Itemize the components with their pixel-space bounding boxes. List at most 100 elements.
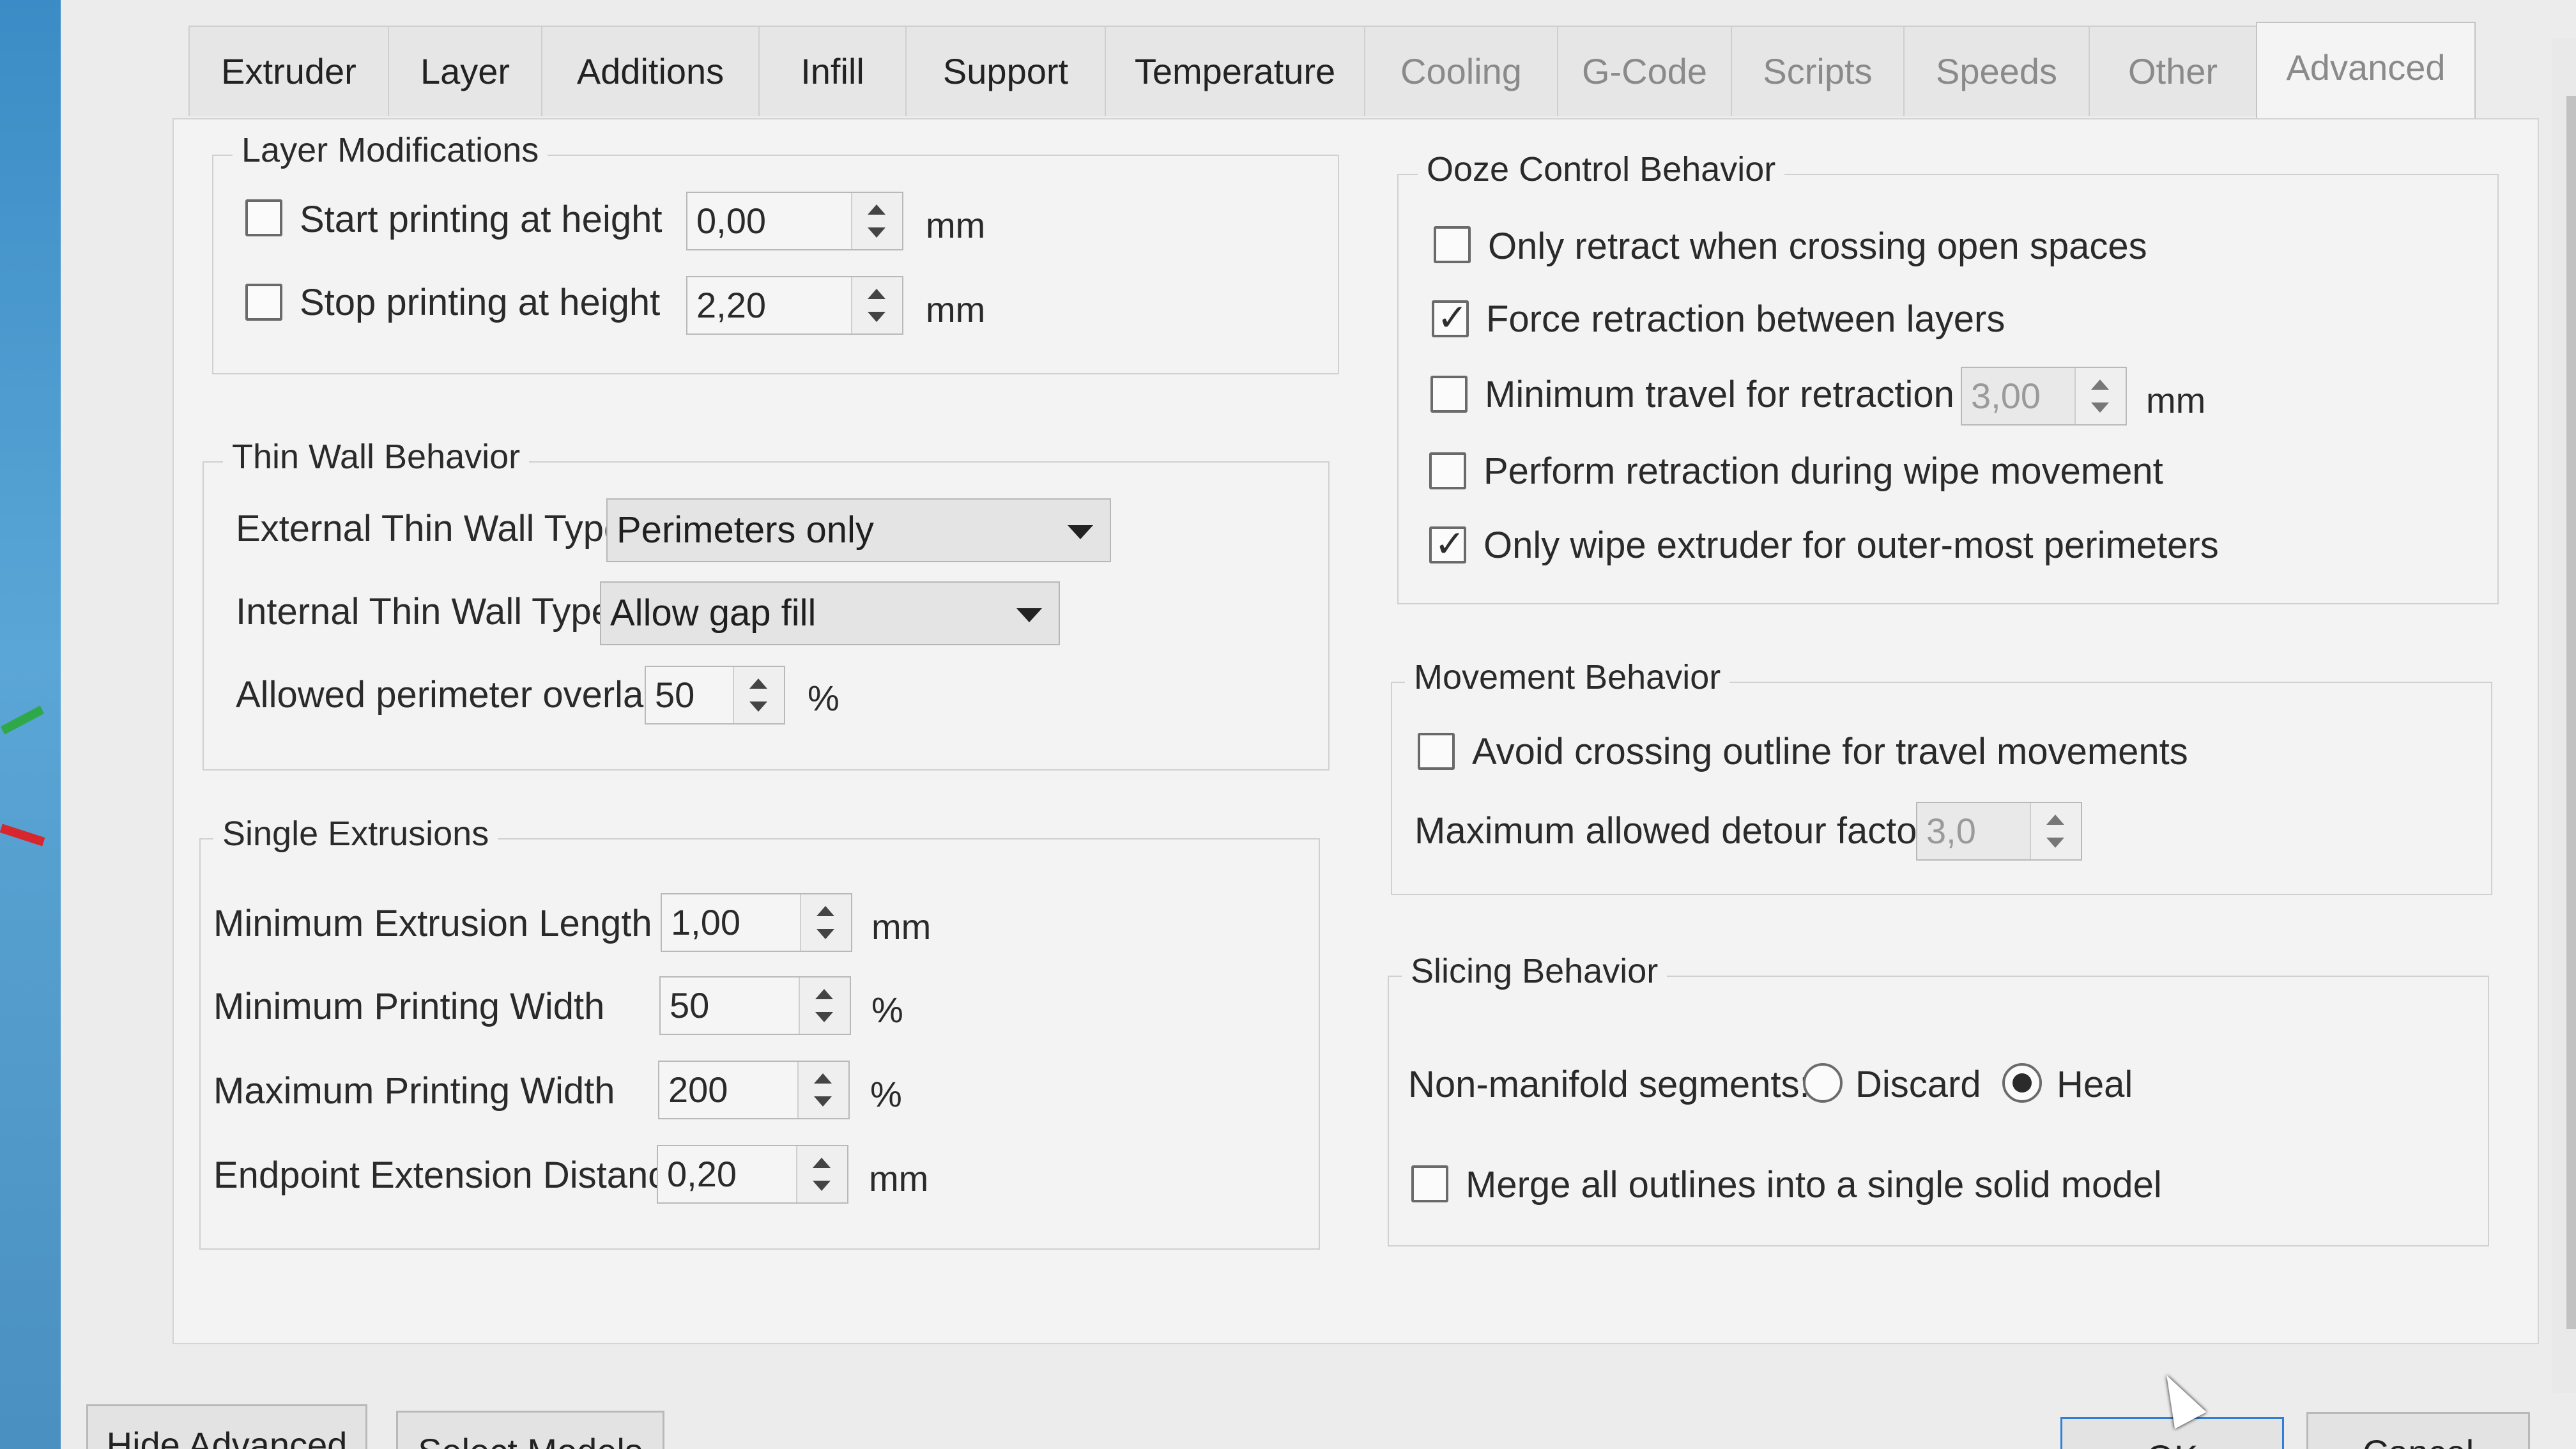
cancel-button[interactable]: Cancel [2306, 1412, 2530, 1449]
layer-modifications-title: Layer Modifications [233, 130, 548, 170]
scroll-down-icon[interactable]: ⌄ [2570, 1348, 2576, 1385]
hide-advanced-button[interactable]: Hide Advanced [86, 1404, 367, 1449]
force-retraction-checkbox[interactable]: ✓ [1432, 297, 1469, 339]
detour-factor-input[interactable]: 3,0 [1916, 802, 2082, 861]
min-travel-stepper[interactable] [2074, 368, 2126, 424]
stop-height-value: 2,20 [696, 285, 766, 325]
tab-other[interactable]: Other [2089, 26, 2257, 116]
movement-title: Movement Behavior [1405, 657, 1730, 697]
merge-outlines-checkbox[interactable] [1411, 1165, 1448, 1202]
scroll-up-icon[interactable]: ⌃ [2570, 45, 2576, 82]
min-travel-value: 3,00 [1971, 376, 2041, 416]
movement-group: Movement Behavior Avoid crossing outline… [1391, 657, 2492, 895]
step-down-icon [868, 312, 885, 322]
discard-label: Discard [1855, 1064, 1981, 1105]
scrollbar-thumb[interactable] [2566, 96, 2576, 1329]
chevron-down-icon [1068, 525, 1093, 539]
max-printing-width-stepper[interactable] [797, 1062, 848, 1118]
ooze-control-group: Ooze Control Behavior Only retract when … [1397, 150, 2499, 604]
step-up-icon [749, 678, 767, 689]
start-height-unit: mm [926, 205, 986, 245]
min-travel-checkbox[interactable] [1430, 376, 1468, 413]
step-up-icon [816, 906, 834, 916]
merge-outlines-label: Merge all outlines into a single solid m… [1466, 1164, 2162, 1206]
step-up-icon [868, 204, 885, 215]
stop-height-stepper[interactable] [851, 277, 902, 334]
max-printing-width-input[interactable]: 200 [658, 1061, 850, 1119]
vertical-scrollbar[interactable]: ⌃ ⌄ [2552, 38, 2576, 1393]
only-wipe-checkbox[interactable]: ✓ [1429, 524, 1466, 565]
step-down-icon [816, 929, 834, 939]
wipe-retract-label: Perform retraction during wipe movement [1483, 450, 2163, 492]
perimeter-overlap-stepper[interactable] [733, 667, 784, 723]
single-extrusions-title: Single Extrusions [213, 814, 498, 854]
start-printing-checkbox[interactable] [245, 199, 282, 236]
tab-speeds[interactable]: Speeds [1903, 26, 2090, 116]
min-printing-width-unit: % [871, 990, 903, 1030]
endpoint-extension-input[interactable]: 0,20 [657, 1145, 848, 1204]
step-down-icon [814, 1096, 832, 1107]
tab-bar: Extruder Layer Additions Infill Support … [188, 22, 2514, 121]
internal-thin-wall-value: Allow gap fill [610, 592, 816, 634]
start-height-stepper[interactable] [851, 193, 902, 249]
step-up-icon [868, 289, 885, 299]
advanced-panel: Layer Modifications Start printing at he… [172, 118, 2539, 1344]
select-models-button[interactable]: Select Models [396, 1411, 664, 1449]
tab-advanced[interactable]: Advanced [2256, 22, 2476, 119]
internal-thin-wall-select[interactable]: Allow gap fill [600, 581, 1060, 645]
radio-selected-icon [2012, 1073, 2032, 1092]
tab-g-code[interactable]: G-Code [1557, 26, 1732, 116]
perimeter-overlap-value: 50 [655, 675, 695, 715]
ooze-control-title: Ooze Control Behavior [1418, 150, 1785, 189]
min-extrusion-length-stepper[interactable] [800, 894, 851, 951]
endpoint-extension-unit: mm [869, 1158, 929, 1199]
min-extrusion-length-unit: mm [871, 907, 931, 947]
settings-window: Extruder Layer Additions Infill Support … [61, 0, 2576, 1449]
tab-infill[interactable]: Infill [758, 26, 907, 116]
tab-support[interactable]: Support [905, 26, 1106, 116]
stop-printing-checkbox[interactable] [245, 284, 282, 321]
min-travel-label: Minimum travel for retraction [1485, 374, 1954, 415]
step-down-icon [2046, 838, 2064, 848]
start-printing-label: Start printing at height [300, 199, 663, 240]
checkmark-icon: ✓ [1437, 297, 1468, 339]
step-down-icon [749, 702, 767, 712]
min-printing-width-input[interactable]: 50 [659, 976, 851, 1035]
min-printing-width-label: Minimum Printing Width [213, 986, 605, 1027]
tab-extruder[interactable]: Extruder [188, 26, 389, 116]
min-printing-width-stepper[interactable] [799, 977, 850, 1034]
min-extrusion-length-value: 1,00 [671, 902, 740, 942]
perimeter-overlap-input[interactable]: 50 [645, 666, 785, 724]
start-height-input[interactable]: 0,00 [686, 192, 903, 250]
avoid-crossing-label: Avoid crossing outline for travel moveme… [1472, 731, 2188, 772]
tab-layer[interactable]: Layer [388, 26, 542, 116]
avoid-crossing-checkbox[interactable] [1418, 733, 1455, 770]
stop-height-unit: mm [926, 289, 986, 330]
tab-temperature[interactable]: Temperature [1105, 26, 1365, 116]
step-down-icon [868, 227, 885, 238]
external-thin-wall-select[interactable]: Perimeters only [606, 498, 1111, 562]
red-axis [0, 824, 45, 847]
only-retract-checkbox[interactable] [1434, 226, 1471, 263]
min-extrusion-length-input[interactable]: 1,00 [661, 893, 852, 952]
endpoint-extension-value: 0,20 [667, 1154, 737, 1194]
stop-height-input[interactable]: 2,20 [686, 276, 903, 335]
green-axis [0, 705, 45, 735]
max-printing-width-unit: % [870, 1074, 902, 1114]
step-up-icon [815, 989, 833, 999]
min-travel-unit: mm [2146, 380, 2206, 420]
min-travel-input[interactable]: 3,00 [1961, 367, 2127, 425]
discard-radio[interactable] [1803, 1063, 1843, 1103]
tab-cooling[interactable]: Cooling [1364, 26, 1558, 116]
max-printing-width-value: 200 [668, 1070, 728, 1110]
layer-modifications-group: Layer Modifications Start printing at he… [212, 130, 1339, 374]
max-printing-width-label: Maximum Printing Width [213, 1070, 615, 1112]
wipe-retract-checkbox[interactable] [1429, 452, 1466, 489]
heal-radio[interactable] [2002, 1063, 2042, 1103]
tab-scripts[interactable]: Scripts [1731, 26, 1905, 116]
endpoint-extension-stepper[interactable] [796, 1146, 847, 1202]
tab-additions[interactable]: Additions [541, 26, 760, 116]
detour-factor-stepper[interactable] [2030, 803, 2081, 859]
endpoint-extension-label: Endpoint Extension Distance [213, 1154, 687, 1196]
step-up-icon [2046, 815, 2064, 825]
